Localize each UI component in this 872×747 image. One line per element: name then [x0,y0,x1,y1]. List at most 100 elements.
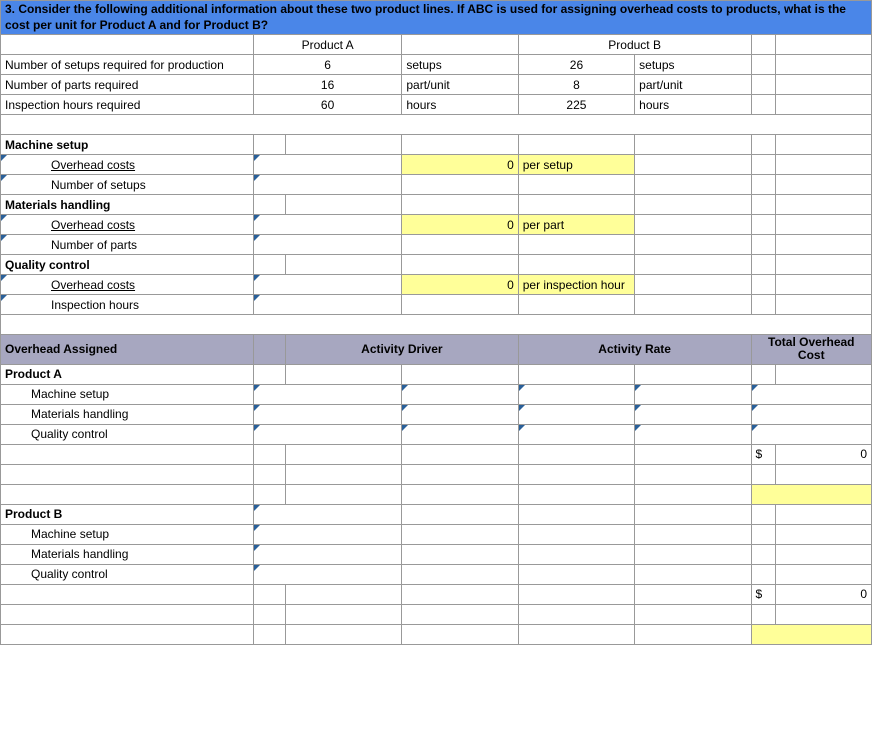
input-cell[interactable] [635,404,751,424]
cell[interactable] [402,564,518,584]
input-cell[interactable] [402,404,518,424]
cell[interactable] [518,504,634,524]
cell[interactable] [402,195,518,215]
cell[interactable] [775,504,871,524]
input-cell[interactable] [751,424,871,444]
cell[interactable] [635,175,751,195]
cell[interactable] [518,464,634,484]
cell[interactable] [518,604,634,624]
cell[interactable] [1,624,254,644]
input-cell[interactable] [253,175,402,195]
cell[interactable] [518,175,634,195]
cell[interactable] [635,135,751,155]
cell[interactable] [635,235,751,255]
cell[interactable] [775,75,871,95]
cell[interactable] [751,524,775,544]
cell[interactable] [635,604,751,624]
input-cell[interactable] [253,215,402,235]
cell[interactable] [285,255,401,275]
input-cell[interactable] [253,424,402,444]
cell[interactable] [518,255,634,275]
input-cell[interactable] [402,384,518,404]
cell[interactable] [635,464,751,484]
input-cell[interactable] [253,155,402,175]
cell[interactable] [775,604,871,624]
cell[interactable] [775,275,871,295]
cell[interactable] [285,195,401,215]
cell[interactable] [635,584,751,604]
cell[interactable] [775,464,871,484]
cell[interactable] [635,564,751,584]
cell[interactable] [518,584,634,604]
cell[interactable] [402,604,518,624]
cell[interactable] [751,75,775,95]
cell[interactable] [1,444,254,464]
cell[interactable] [751,235,775,255]
cell[interactable] [402,584,518,604]
cell[interactable] [751,55,775,75]
cell[interactable] [775,135,871,155]
cell[interactable] [518,524,634,544]
cell[interactable] [751,95,775,115]
cell[interactable] [402,295,518,315]
cell[interactable] [635,544,751,564]
input-cell[interactable] [635,384,751,404]
cell[interactable] [402,544,518,564]
cell[interactable] [775,95,871,115]
cell[interactable] [253,195,285,215]
input-cell[interactable] [253,544,402,564]
cell[interactable] [775,255,871,275]
assigned-b-highlight[interactable] [751,624,871,644]
section-qc-overhead[interactable]: Overhead costs [1,275,254,295]
cell[interactable] [1,584,254,604]
cell[interactable] [518,195,634,215]
cell[interactable] [518,484,634,504]
cell[interactable] [775,55,871,75]
input-cell[interactable] [253,235,402,255]
cell[interactable] [402,464,518,484]
cell[interactable] [751,364,775,384]
cell[interactable] [253,604,285,624]
cell[interactable] [518,544,634,564]
cell[interactable] [635,255,751,275]
cell[interactable] [253,584,285,604]
cell[interactable] [635,295,751,315]
cell[interactable] [402,524,518,544]
cell[interactable] [1,35,254,55]
cell[interactable] [402,235,518,255]
cell[interactable] [253,364,285,384]
input-cell[interactable] [635,424,751,444]
cell[interactable] [635,504,751,524]
cell[interactable] [635,195,751,215]
cell[interactable] [518,235,634,255]
section-ms-driver[interactable]: Number of setups [1,175,254,195]
cell[interactable] [402,364,518,384]
cell[interactable] [751,35,775,55]
input-cell[interactable] [253,564,402,584]
cell[interactable] [751,215,775,235]
cell[interactable] [518,444,634,464]
section-qc-driver[interactable]: Inspection hours [1,295,254,315]
cell[interactable] [775,175,871,195]
cell[interactable] [775,524,871,544]
cell[interactable] [775,155,871,175]
cell[interactable] [285,624,401,644]
cell[interactable] [518,564,634,584]
cell[interactable] [635,275,751,295]
input-cell[interactable] [751,384,871,404]
cell[interactable] [751,175,775,195]
cell[interactable] [518,135,634,155]
input-cell[interactable] [518,424,634,444]
cell[interactable] [635,484,751,504]
input-cell[interactable] [253,275,402,295]
cell[interactable] [635,155,751,175]
input-cell[interactable] [253,504,402,524]
cell[interactable] [751,135,775,155]
cell[interactable] [285,444,401,464]
cell[interactable] [635,624,751,644]
cell[interactable] [253,135,285,155]
section-mh-driver[interactable]: Number of parts [1,235,254,255]
cell[interactable] [775,364,871,384]
cell[interactable] [253,624,285,644]
cell[interactable] [1,484,254,504]
